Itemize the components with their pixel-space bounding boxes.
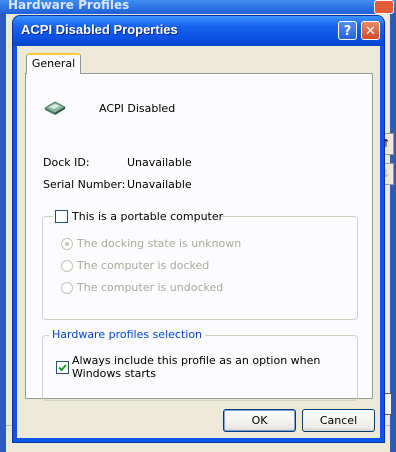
radio-docking-unknown [61,238,73,250]
always-include-label-line1[interactable]: Always include this profile as an option… [72,354,320,367]
properties-dialog: ACPI Disabled Properties ? ✕ General ACP… [13,16,384,442]
ok-button[interactable]: OK [223,409,296,432]
tab-general[interactable]: General [26,53,81,74]
dialog-title: ACPI Disabled Properties [21,22,178,37]
serial-number-value: Unavailable [127,178,192,191]
profiles-selection-title: Hardware profiles selection [49,328,206,341]
dock-id-label: Dock ID: [43,156,90,169]
device-name: ACPI Disabled [99,102,176,115]
dialog-title-bar[interactable]: ACPI Disabled Properties ? ✕ [13,16,384,46]
close-button[interactable]: ✕ [361,21,380,40]
dialog-client-area: General ACPI Disabled Dock ID: Unavailab… [17,46,380,438]
help-button[interactable]: ? [338,21,357,40]
general-tab-panel: ACPI Disabled Dock ID: Unavailable Seria… [25,73,373,401]
serial-number-label: Serial Number: [43,178,126,191]
radio-docked [61,260,73,272]
portable-checkbox[interactable] [55,210,68,223]
checkmark-icon [58,364,67,372]
radio-docked-label: The computer is docked [77,259,210,272]
always-include-label-line2[interactable]: Windows starts [72,367,156,380]
portable-checkbox-row[interactable]: This is a portable computer [53,209,224,225]
background-title-bar: Hardware Profiles [0,0,396,14]
background-window-title: Hardware Profiles [8,0,130,12]
radio-undocked [61,282,73,294]
cancel-button[interactable]: Cancel [302,409,375,432]
background-close-icon[interactable] [374,0,394,14]
radio-docking-unknown-label: The docking state is unknown [77,237,242,250]
always-include-checkbox[interactable] [56,361,69,374]
dock-device-icon [44,101,66,115]
dock-id-value: Unavailable [127,156,192,169]
portable-checkbox-label: This is a portable computer [72,210,224,223]
radio-undocked-label: The computer is undocked [77,281,224,294]
